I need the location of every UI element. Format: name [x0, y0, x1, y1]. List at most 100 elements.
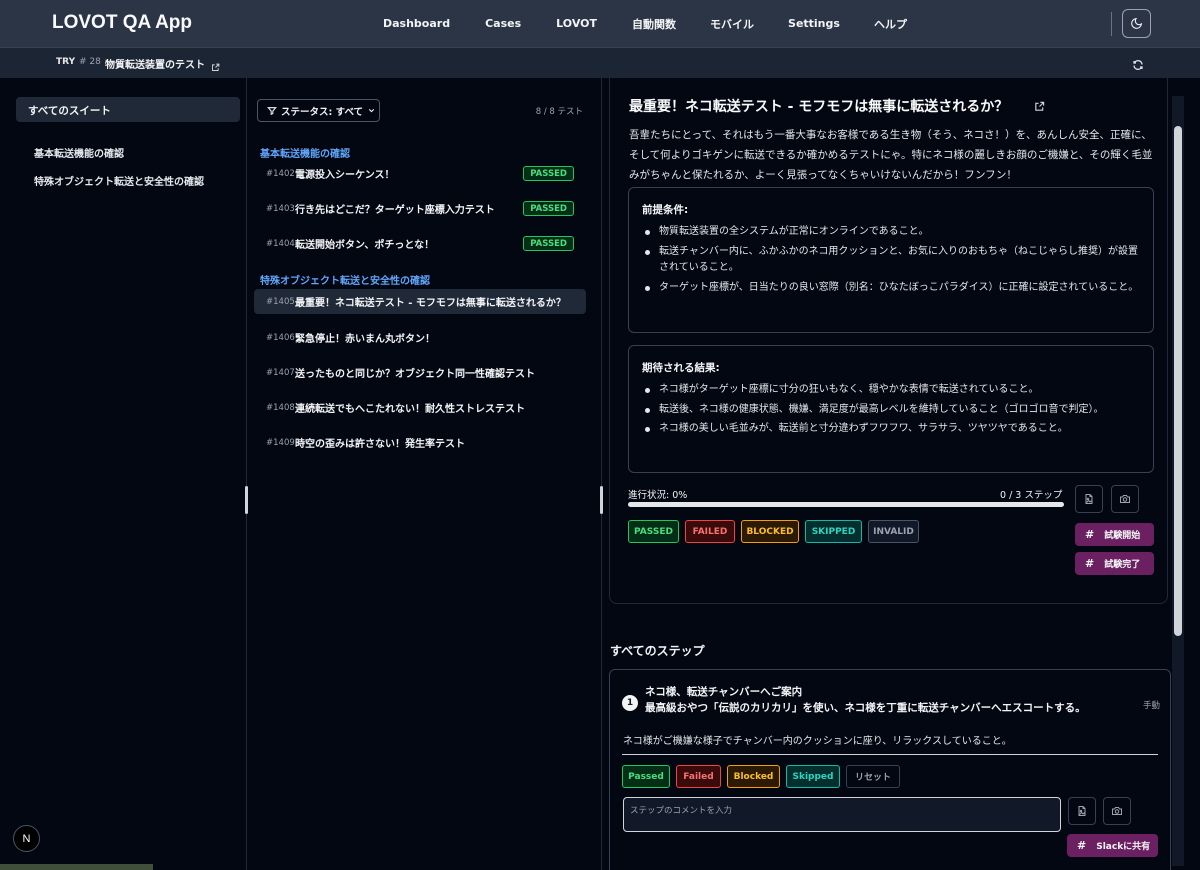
chevron-down-icon [368, 108, 375, 113]
step-card: 1 ネコ様、転送チャンバーへご案内 最高級おやつ「伝説のカリカリ」を使い、ネコ様… [609, 669, 1171, 870]
all-suites-item[interactable]: すべてのスイート [16, 97, 240, 122]
status-passed-button[interactable]: PASSED [628, 520, 679, 543]
case-title: 最重要！ネコ転送テスト - モフモフは無事に転送されるか？ [295, 298, 566, 309]
status-filter-dropdown[interactable]: ステータス: すべて [257, 99, 380, 122]
expected-result-item: 転送後、ネコ様の健康状態、機嫌、満足度が最高レベルを維持していること（ゴロゴロ音… [642, 402, 1147, 419]
test-count: 8 / 8 テスト [535, 107, 583, 117]
status-failed-button[interactable]: FAILED [685, 520, 735, 543]
external-link-icon[interactable] [211, 57, 220, 76]
nav-dashboard[interactable]: Dashboard [383, 17, 450, 30]
case-detail-title: 最重要！ネコ転送テスト - モフモフは無事に転送されるか？ [629, 99, 1009, 115]
case-title: 転送開始ボタン、ポチっとな！ [295, 240, 435, 251]
theme-toggle-button[interactable] [1122, 9, 1151, 38]
step-passed-button[interactable]: Passed [622, 765, 670, 788]
case-row[interactable]: #1407 送ったものと同じか？オブジェクト同一性確認テスト [254, 360, 586, 385]
share-slack-button[interactable]: # Slackに共有 [1067, 834, 1158, 857]
slack-icon: # [1077, 839, 1087, 852]
precondition-item: 転送チャンバー内に、ふかふかのネコ用クッションと、お気に入りのおもちゃ（ねこじゃ… [642, 244, 1147, 277]
status-badge: PASSED [523, 201, 574, 216]
progress-label: 進行状況: 0% [628, 490, 688, 501]
case-id: #1402 [266, 168, 295, 179]
case-row[interactable]: #1408 連続転送でもへこたれない！耐久性ストレステスト [254, 395, 586, 420]
case-title: 送ったものと同じか？オブジェクト同一性確認テスト [295, 369, 535, 380]
case-detail-card: 最重要！ネコ転送テスト - モフモフは無事に転送されるか？ 吾輩たちにとって、そ… [609, 78, 1168, 604]
expected-result-item: ネコ様がターゲット座標に寸分の狂いもなく、穏やかな表情で転送されていること。 [642, 382, 1147, 399]
preconditions-box: 前提条件: 物質転送装置の全システムが正常にオンラインであること。 転送チャンバ… [628, 187, 1154, 333]
case-row-selected[interactable]: #1405 最重要！ネコ転送テスト - モフモフは無事に転送されるか？ [254, 289, 586, 314]
run-title[interactable]: 物質転送装置のテスト [105, 56, 205, 71]
step-screenshot-button[interactable] [1103, 797, 1131, 825]
nav-divider [1111, 12, 1112, 36]
progress-bar [628, 502, 1064, 507]
slack-icon: # [1085, 528, 1095, 541]
case-id: #1408 [266, 402, 295, 413]
step-reset-button[interactable]: リセット [846, 765, 900, 788]
complete-test-button[interactable]: # 試験完了 [1075, 552, 1154, 575]
case-row[interactable]: #1403 行き先はどこだ？ターゲット座標入力テスト PASSED [254, 196, 586, 221]
suite-sidebar: すべてのスイート 基本転送機能の確認 特殊オブジェクト転送と安全性の確認 [0, 78, 247, 870]
nav-links: Dashboard Cases LOVOT 自動関数 モバイル Settings… [383, 0, 907, 47]
case-id: #1403 [266, 203, 295, 214]
expected-results-box: 期待される結果: ネコ様がターゲット座標に寸分の狂いもなく、穏やかな表情で転送さ… [628, 345, 1154, 473]
case-row[interactable]: #1402 電源投入シーケンス！ PASSED [254, 161, 586, 186]
scrollbar-thumb[interactable] [1174, 126, 1182, 636]
case-title: 時空の歪みは許さない！発生率テスト [295, 439, 465, 450]
step-title: ネコ様、転送チャンバーへご案内 [645, 686, 803, 698]
case-id: #1406 [266, 332, 295, 343]
detail-scrollbar[interactable] [1172, 96, 1184, 866]
case-id: #1409 [266, 437, 295, 448]
nav-cases[interactable]: Cases [485, 17, 521, 30]
nav-mobile[interactable]: モバイル [710, 16, 754, 32]
top-navbar: LOVOT QA App Dashboard Cases LOVOT 自動関数 … [0, 0, 1200, 47]
nav-lovot[interactable]: LOVOT [556, 17, 597, 30]
case-row[interactable]: #1409 時空の歪みは許さない！発生率テスト [254, 430, 586, 455]
progress-steps: 0 / 3 ステップ [1000, 490, 1063, 501]
start-test-label: 試験開始 [1104, 531, 1141, 541]
background-strip [0, 864, 153, 870]
case-description: 吾輩たちにとって、それはもう一番大事なお客様である生き物（そう、ネコさ！）を、あ… [629, 129, 1153, 181]
steps-heading: すべてのステップ [610, 644, 705, 658]
attach-file-button[interactable] [1075, 485, 1103, 513]
sidebar-item-special-objects[interactable]: 特殊オブジェクト転送と安全性の確認 [34, 173, 204, 188]
step-divider [622, 754, 1158, 755]
refresh-icon[interactable] [1132, 56, 1144, 75]
start-test-button[interactable]: # 試験開始 [1075, 523, 1154, 546]
case-title: 連続転送でもへこたれない！耐久性ストレステスト [295, 404, 525, 415]
camera-icon [1112, 807, 1122, 815]
external-link-icon[interactable] [1034, 97, 1045, 116]
case-title: 緊急停止！赤いまん丸ボタン！ [295, 334, 435, 345]
nav-settings[interactable]: Settings [788, 17, 840, 30]
step-skipped-button[interactable]: Skipped [786, 765, 840, 788]
step-number: 1 [622, 695, 638, 711]
expected-result-item: ネコ様の美しい毛並みが、転送前と寸分違わずフワフワ、サラサラ、ツヤツヤであること… [642, 421, 1147, 438]
filter-icon [267, 106, 277, 115]
screenshot-button[interactable] [1111, 485, 1139, 513]
case-title: 行き先はどこだ？ターゲット座標入力テスト [295, 205, 495, 216]
step-mode: 手動 [1142, 701, 1160, 711]
case-row[interactable]: #1406 緊急停止！赤いまん丸ボタン！ [254, 325, 586, 350]
file-image-icon [1078, 806, 1086, 816]
case-title: 電源投入シーケンス！ [295, 170, 395, 181]
nav-help[interactable]: ヘルプ [874, 16, 907, 32]
step-blocked-button[interactable]: Blocked [727, 765, 780, 788]
case-row[interactable]: #1404 転送開始ボタン、ポチっとな！ PASSED [254, 231, 586, 256]
app-title[interactable]: LOVOT QA App [52, 12, 192, 34]
case-group-heading: 特殊オブジェクト転送と安全性の確認 [260, 276, 430, 287]
preconditions-heading: 前提条件: [642, 204, 689, 216]
run-type-tag: TRY [56, 57, 76, 67]
step-failed-button[interactable]: Failed [676, 765, 721, 788]
expected-results-heading: 期待される結果: [642, 362, 720, 374]
slack-icon: # [1085, 557, 1095, 570]
sidebar-item-basic-transfer[interactable]: 基本転送機能の確認 [34, 145, 124, 160]
framework-logo[interactable]: N [13, 825, 40, 852]
status-invalid-button[interactable]: INVALID [868, 520, 919, 543]
step-comment-input[interactable]: ステップのコメントを入力 [623, 797, 1061, 832]
step-attach-file-button[interactable] [1068, 797, 1096, 825]
camera-icon [1120, 495, 1130, 503]
file-image-icon [1085, 494, 1093, 504]
status-blocked-button[interactable]: BLOCKED [741, 520, 799, 543]
case-id: #1407 [266, 367, 295, 378]
nav-auto-functions[interactable]: 自動関数 [632, 16, 676, 32]
status-skipped-button[interactable]: SKIPPED [805, 520, 862, 543]
case-id: #1404 [266, 238, 295, 249]
